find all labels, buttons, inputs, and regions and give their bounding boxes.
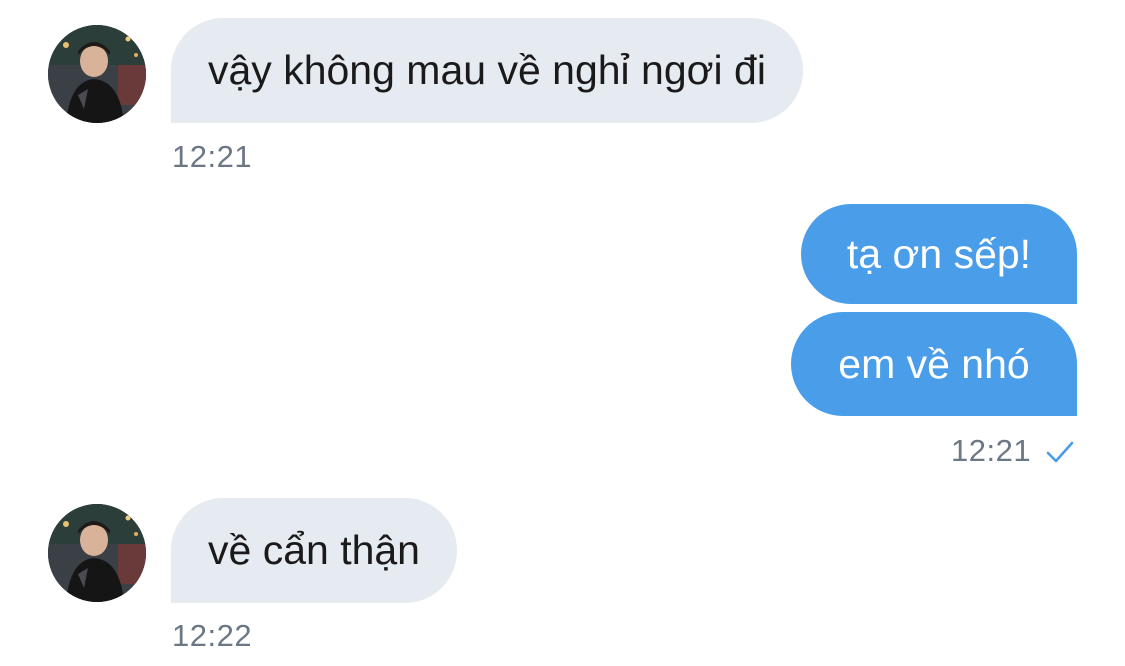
message-bubble-outgoing[interactable]: tạ ơn sếp! [801, 204, 1077, 304]
message-timestamp: 12:21 [172, 139, 253, 174]
message-text: em về nhó [838, 340, 1030, 387]
message-bubble-outgoing[interactable]: em về nhó [791, 312, 1077, 416]
message-bubble-incoming[interactable]: về cẩn thận [171, 498, 457, 603]
contact-avatar[interactable] [48, 504, 146, 602]
message-timestamp: 12:21 [951, 433, 1032, 468]
message-text: vậy không mau về nghỉ ngơi đi [208, 47, 766, 93]
contact-avatar[interactable] [48, 25, 146, 123]
message-bubble-incoming[interactable]: vậy không mau về nghỉ ngơi đi [171, 18, 803, 123]
message-text: về cẩn thận [208, 527, 420, 573]
message-text: tạ ơn sếp! [846, 230, 1032, 277]
checkmark-icon [1046, 441, 1074, 463]
message-timestamp: 12:22 [172, 618, 253, 653]
